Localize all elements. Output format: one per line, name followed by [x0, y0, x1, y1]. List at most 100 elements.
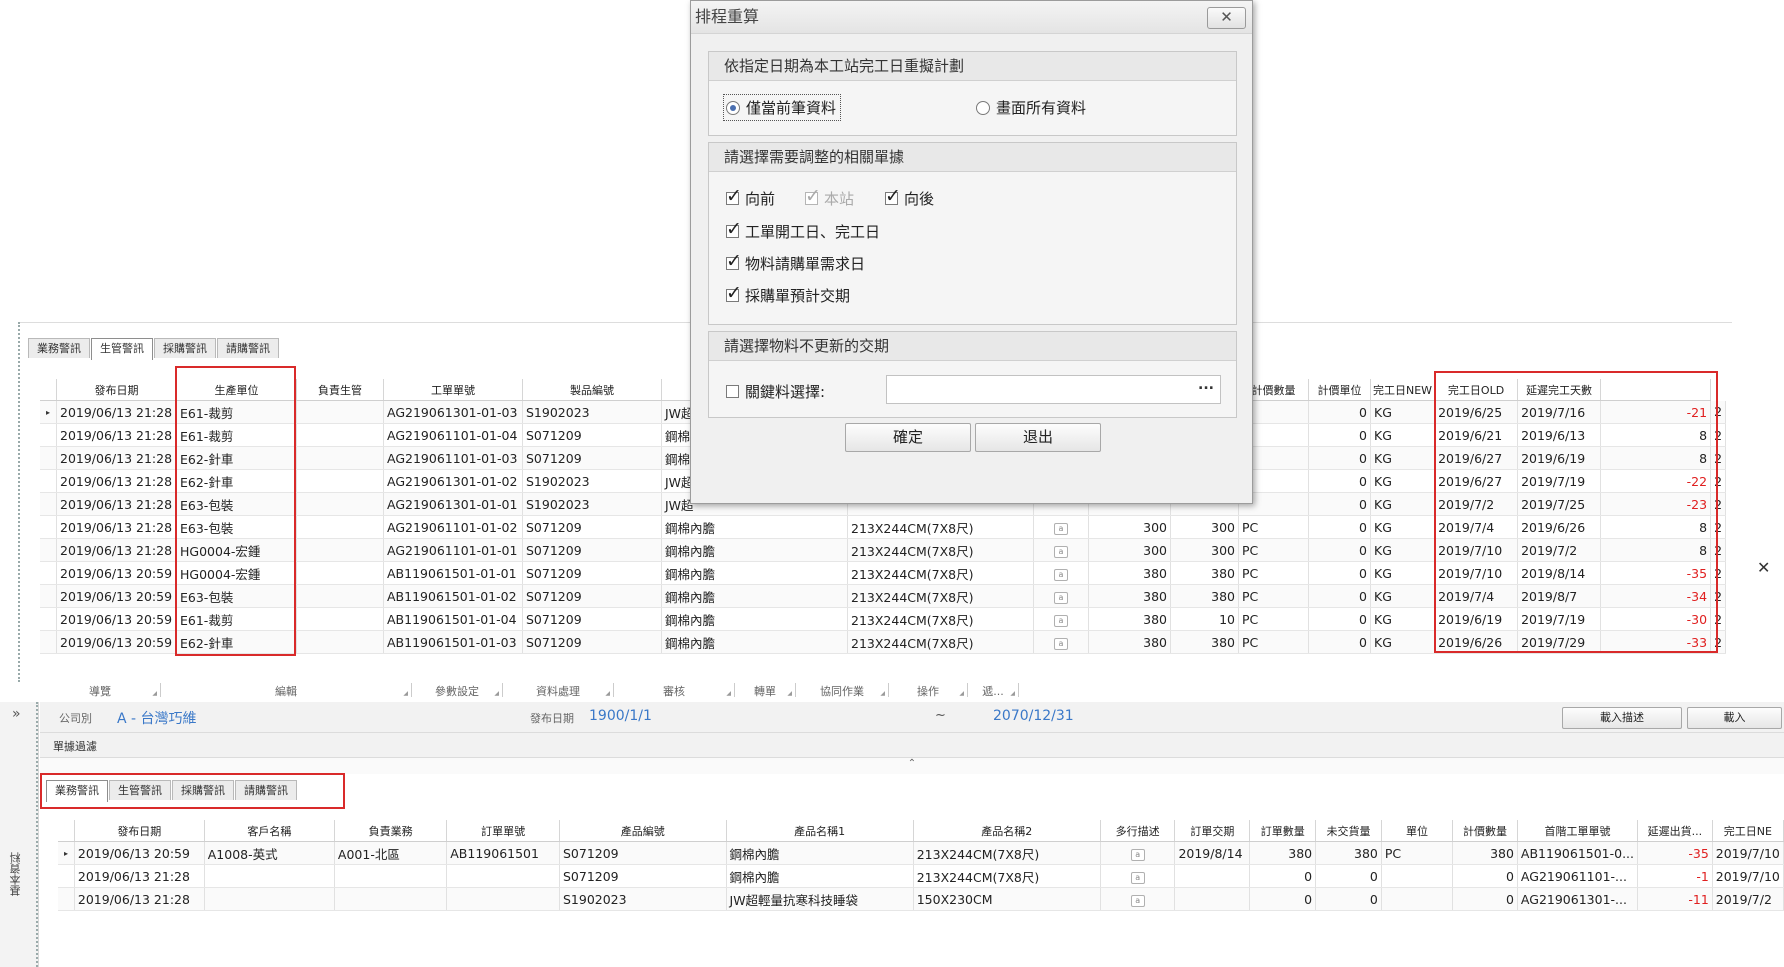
cell-puom[interactable]: KG	[1370, 400, 1436, 424]
bottom-header-col[interactable]: 負責業務	[334, 820, 448, 842]
top-header-col[interactable]: 負責生管	[296, 379, 384, 401]
cell-uom[interactable]: PC	[1238, 538, 1309, 562]
cell-puom[interactable]: KG	[1370, 584, 1436, 608]
cell-pqty[interactable]: 0	[1308, 607, 1371, 631]
cell-pqty[interactable]: 0	[1308, 446, 1371, 470]
cell-pqty[interactable]: 0	[1308, 515, 1371, 539]
cell-name1[interactable]: 鋼棉內膽	[726, 841, 914, 865]
cell-memo[interactable]: a	[1033, 561, 1089, 585]
bottom-header-col[interactable]: 訂單數量	[1249, 820, 1317, 842]
date-to-field[interactable]: 2070/12/31	[993, 708, 1074, 724]
load-button[interactable]: 載入	[1687, 707, 1782, 729]
cell-done[interactable]: 2019/7/10	[1712, 841, 1784, 865]
cell-order[interactable]	[446, 864, 560, 888]
ribbon-group-1[interactable]: 編輯	[161, 683, 412, 698]
cell-qty2[interactable]: 380	[1170, 561, 1239, 585]
cell-planner[interactable]	[296, 607, 384, 631]
cell-name2[interactable]: 213X244CM(7X8尺)	[847, 607, 1034, 631]
cell-qty1[interactable]: 380	[1088, 584, 1171, 608]
bottom-header-col[interactable]: 計價數量	[1452, 820, 1518, 842]
table-row[interactable]: 2019/06/13 21:28 S1902023 JW超輕量抗寒科技睡袋 150X2…	[58, 887, 1784, 911]
cell-prod[interactable]: S071209	[522, 446, 662, 470]
cell-puom[interactable]: KG	[1370, 515, 1436, 539]
cell-planner[interactable]	[296, 446, 384, 470]
cell-prod[interactable]: S071209	[559, 841, 727, 865]
cancel-button[interactable]: 退出	[975, 423, 1101, 452]
cell-name2[interactable]: 213X244CM(7X8尺)	[847, 515, 1034, 539]
cell-memo[interactable]: a	[1033, 630, 1089, 654]
cell-cust[interactable]: A1008-英式	[204, 841, 335, 865]
ribbon-group-3[interactable]: 資料處理	[503, 683, 614, 698]
cell-wo[interactable]: AG219061301-01-01	[383, 492, 523, 516]
cell-wo[interactable]: AB119061501-01-01	[383, 561, 523, 585]
cell-puom[interactable]: KG	[1370, 423, 1436, 447]
ellipsis-icon[interactable]: ...	[1198, 377, 1214, 393]
cell-qty2[interactable]: 380	[1170, 584, 1239, 608]
cell-qty1[interactable]: 300	[1088, 515, 1171, 539]
cell-prod[interactable]: S071209	[522, 515, 662, 539]
cell-name2[interactable]: 213X244CM(7X8尺)	[847, 538, 1034, 562]
cell-wo[interactable]: AG219061101-01-02	[383, 515, 523, 539]
memo-icon[interactable]: a	[1054, 523, 1068, 535]
cell-prod[interactable]: S071209	[522, 607, 662, 631]
top-header-col[interactable]: 製品編號	[522, 379, 662, 401]
cell-pqty[interactable]: 380	[1452, 841, 1518, 865]
cell-done[interactable]: 2019/7/2	[1712, 887, 1784, 911]
cell-memo[interactable]: a	[1100, 864, 1176, 888]
cell-date[interactable]: 2019/06/13 20:59	[74, 841, 205, 865]
bottom-header-col[interactable]: 訂單單號	[446, 820, 560, 842]
cell-memo[interactable]: a	[1100, 841, 1176, 865]
bottom-header-col[interactable]: 產品編號	[559, 820, 727, 842]
cell-qty2[interactable]: 300	[1170, 538, 1239, 562]
cell-delay[interactable]: -35	[1637, 841, 1713, 865]
cell-prod[interactable]: S071209	[522, 630, 662, 654]
cell-name1[interactable]: 鋼棉內膽	[661, 538, 848, 562]
cell-qty1[interactable]: 300	[1088, 538, 1171, 562]
cell-date[interactable]: 2019/06/13 21:28	[74, 887, 205, 911]
cell-uom[interactable]: PC	[1238, 584, 1309, 608]
cell-name2[interactable]: 213X244CM(7X8尺)	[847, 561, 1034, 585]
cell-date[interactable]: 2019/06/13 20:59	[56, 584, 177, 608]
expand-sidebar-icon[interactable]: »	[12, 706, 21, 722]
cell-cust[interactable]	[204, 887, 335, 911]
memo-icon[interactable]: a	[1054, 638, 1068, 650]
bottom-header-col[interactable]: 產品名稱2	[913, 820, 1101, 842]
cell-date[interactable]: 2019/06/13 21:28	[56, 423, 177, 447]
memo-icon[interactable]: a	[1130, 872, 1145, 884]
cell-puom[interactable]: KG	[1370, 607, 1436, 631]
memo-icon[interactable]: a	[1054, 615, 1068, 627]
cell-uom[interactable]: PC	[1238, 607, 1309, 631]
cell-wo[interactable]: AG219061101-01-03	[383, 446, 523, 470]
cell-date[interactable]: 2019/06/13 20:59	[56, 561, 177, 585]
cell-wo[interactable]: AG219061101-...	[1517, 864, 1639, 888]
cell-pqty[interactable]: 0	[1308, 584, 1371, 608]
checkbox-work-order-dates[interactable]: 工單開工日、完工日	[726, 218, 880, 242]
cell-puom[interactable]: KG	[1370, 492, 1436, 516]
cell-name1[interactable]: 鋼棉內膽	[726, 864, 914, 888]
date-from-field[interactable]: 1900/1/1	[589, 708, 652, 724]
memo-icon[interactable]: a	[1054, 546, 1068, 558]
bottom-header-col[interactable]: 未交貨量	[1315, 820, 1382, 842]
bottom-header-col[interactable]: 完工日NE	[1712, 820, 1784, 842]
checkbox-requisition-date[interactable]: 物料請購單需求日	[726, 250, 865, 274]
cell-pqty[interactable]: 0	[1308, 561, 1371, 585]
radio-current-record[interactable]: 僅當前筆資料	[722, 94, 842, 121]
ribbon-group-4[interactable]: 審核	[614, 683, 735, 698]
cell-uom[interactable]: PC	[1381, 841, 1454, 865]
cell-date[interactable]: 2019/06/13 21:28	[56, 446, 177, 470]
cell-prod[interactable]: S071209	[522, 561, 662, 585]
checkbox-key-material[interactable]: 關鍵料選擇:	[726, 381, 825, 402]
cell-date[interactable]: 2019/06/13 21:28	[56, 515, 177, 539]
table-row[interactable]: 2019/06/13 21:28 S071209 鋼棉內膽 213X244CM(7X8…	[58, 864, 1784, 888]
ribbon-group-6[interactable]: 協同作業	[796, 683, 889, 698]
cell-uom[interactable]: PC	[1238, 630, 1309, 654]
cell-wo[interactable]: AB119061501-01-03	[383, 630, 523, 654]
cell-wo[interactable]: AB119061501-0...	[1517, 841, 1639, 865]
cell-name2[interactable]: 213X244CM(7X8尺)	[913, 841, 1101, 865]
cell-date[interactable]: 2019/06/13 21:28	[74, 864, 205, 888]
cell-name1[interactable]: JW超輕量抗寒科技睡袋	[726, 887, 914, 911]
checkbox-forward[interactable]: 向前	[726, 185, 775, 209]
bottom-header-col[interactable]: 多行描述	[1100, 820, 1176, 842]
cell-due[interactable]	[1174, 864, 1251, 888]
cell-pqty[interactable]: 0	[1308, 423, 1371, 447]
